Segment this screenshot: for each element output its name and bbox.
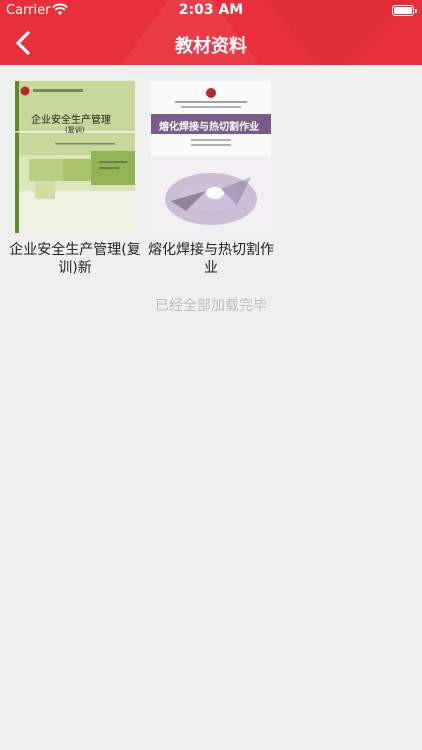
- battery-icon: [392, 5, 417, 16]
- book-cover-image: 熔化焊接与热切割作业: [151, 81, 271, 233]
- cover-title: 熔化焊接与热切割作业: [159, 122, 259, 133]
- cover-subtitle: (复训): [65, 126, 85, 134]
- status-time: 2:03 AM: [178, 2, 244, 18]
- app-header: Carrier 2:03 AM 教材资料: [0, 0, 422, 65]
- cover-title: 企业安全生产管理: [31, 115, 111, 126]
- status-bar: Carrier 2:03 AM: [0, 0, 422, 22]
- load-complete-label: 已经全部加载完毕: [155, 298, 267, 314]
- navigation-bar: 教材资料: [0, 22, 422, 65]
- book-title: 熔化焊接与热切割作业: [148, 242, 274, 276]
- book-title: 企业安全生产管理(复训)新: [9, 242, 141, 276]
- page-title: 教材资料: [175, 36, 247, 57]
- book-cover-image: 企业安全生产管理 (复训): [15, 81, 135, 233]
